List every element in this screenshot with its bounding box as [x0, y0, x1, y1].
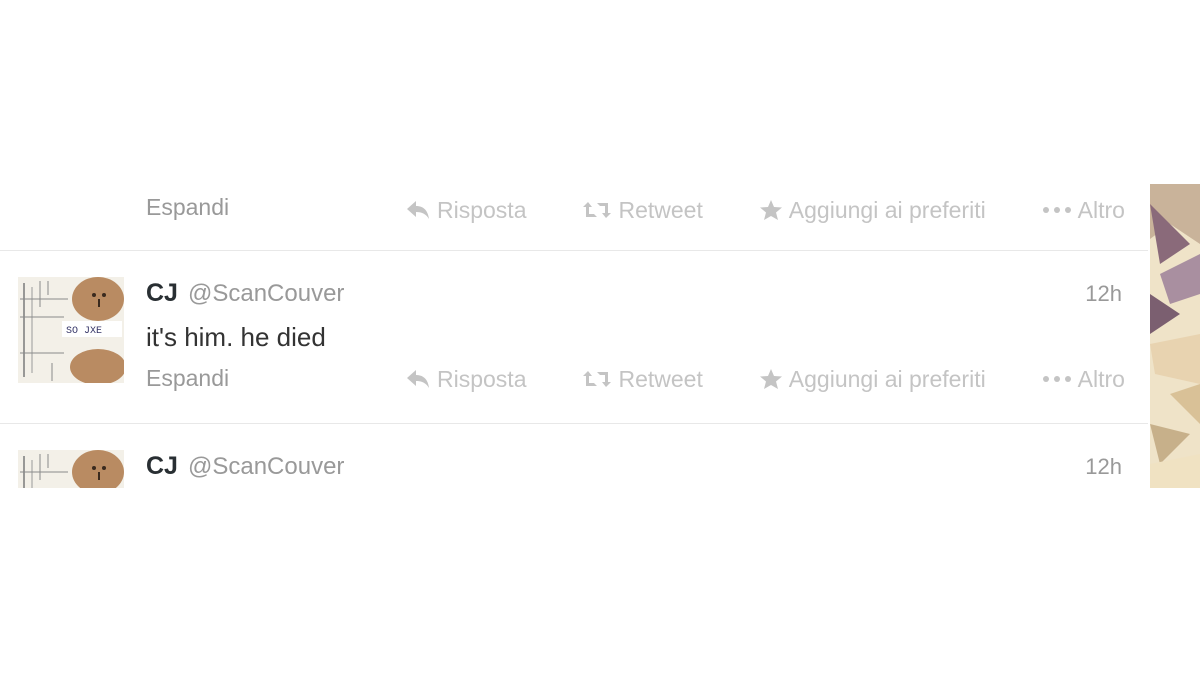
- avatar[interactable]: [18, 450, 124, 488]
- favorite-button[interactable]: Aggiungi ai preferiti: [759, 197, 986, 224]
- retweet-button[interactable]: Retweet: [582, 196, 703, 224]
- more-button[interactable]: Altro: [1042, 366, 1125, 393]
- tweet-actions: Risposta Retweet Aggiungi ai preferiti A…: [405, 194, 1125, 226]
- side-image-art: [1150, 184, 1200, 488]
- avatar-badge: SO JXE: [66, 326, 102, 337]
- reply-label: Risposta: [437, 365, 527, 392]
- favorite-label: Aggiungi ai preferiti: [788, 196, 986, 223]
- star-icon: [759, 200, 782, 220]
- favorite-button[interactable]: Aggiungi ai preferiti: [759, 366, 986, 393]
- tweet-item[interactable]: SO JXE CJ @ScanCouver 12h it's him. he d…: [0, 251, 1148, 424]
- tweet-timestamp[interactable]: 12h: [1085, 454, 1122, 480]
- tweet-actions: Risposta Retweet Aggiungi ai preferiti A…: [405, 363, 1125, 395]
- favorite-label: Aggiungi ai preferiti: [788, 365, 986, 392]
- retweet-label: Retweet: [618, 365, 703, 392]
- avatar-image: [18, 450, 124, 488]
- more-label: Altro: [1077, 365, 1125, 392]
- tweet-header: CJ @ScanCouver 12h: [146, 452, 1122, 484]
- retweet-label: Retweet: [618, 196, 703, 223]
- reply-button[interactable]: Risposta: [405, 366, 526, 393]
- retweet-icon: [583, 371, 612, 387]
- avatar-image: SO JXE: [18, 277, 124, 383]
- dots-icon: [1042, 207, 1071, 213]
- tweet-item[interactable]: CJ @ScanCouver 12h: [0, 424, 1148, 488]
- timeline: Espandi Risposta Retweet Aggiungi ai pre…: [0, 180, 1148, 488]
- retweet-button[interactable]: Retweet: [582, 365, 703, 393]
- side-image: [1150, 184, 1200, 488]
- tweet-username[interactable]: @ScanCouver: [188, 453, 344, 481]
- tweet-fullname[interactable]: CJ: [146, 279, 178, 308]
- tweet-header: CJ @ScanCouver 12h: [146, 279, 1122, 311]
- tweet-text: it's him. he died: [146, 322, 326, 352]
- reply-button[interactable]: Risposta: [405, 197, 526, 224]
- tweet-username[interactable]: @ScanCouver: [188, 280, 344, 308]
- expand-link[interactable]: Espandi: [146, 194, 229, 221]
- tweet-fullname[interactable]: CJ: [146, 452, 178, 481]
- more-button[interactable]: Altro: [1042, 197, 1125, 224]
- star-icon: [759, 369, 782, 389]
- retweet-icon: [583, 202, 612, 218]
- dots-icon: [1042, 376, 1071, 382]
- expand-link[interactable]: Espandi: [146, 365, 229, 392]
- reply-label: Risposta: [437, 196, 527, 223]
- page: Espandi Risposta Retweet Aggiungi ai pre…: [0, 0, 1200, 675]
- avatar[interactable]: SO JXE: [18, 277, 124, 383]
- reply-arrow-icon: [407, 370, 429, 388]
- reply-arrow-icon: [407, 201, 429, 219]
- tweet-timestamp[interactable]: 12h: [1085, 281, 1122, 307]
- tweet-partial-top: Espandi Risposta Retweet Aggiungi ai pre…: [0, 180, 1148, 251]
- more-label: Altro: [1077, 196, 1125, 223]
